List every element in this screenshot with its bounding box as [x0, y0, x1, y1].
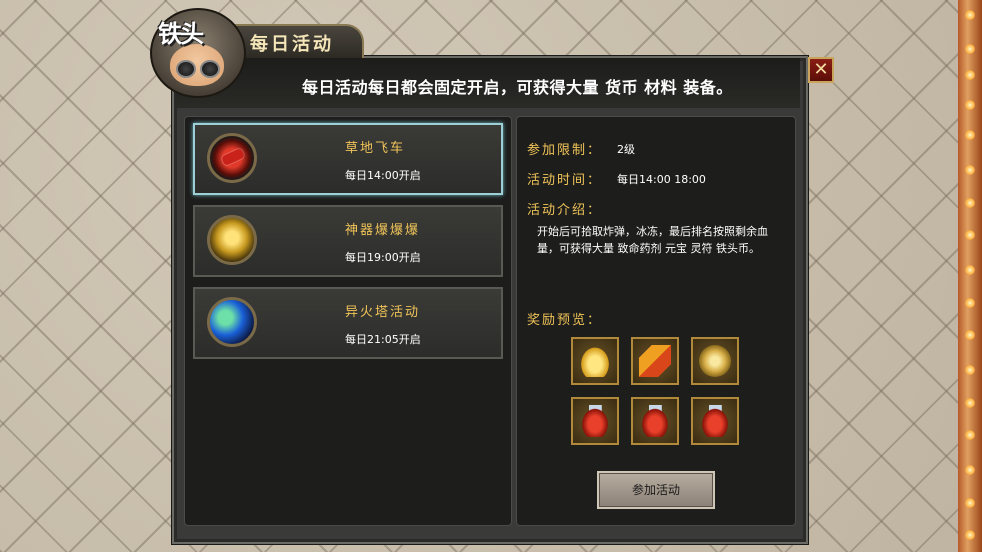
activity-item-fire-tower[interactable]: 异火塔活动 每日21:05开启	[193, 287, 503, 359]
activity-item-artifact[interactable]: 神器爆爆爆 每日19:00开启	[193, 205, 503, 277]
potion-icon	[639, 405, 671, 437]
lamp-icon	[965, 330, 975, 340]
activity-name: 神器爆爆爆	[345, 223, 421, 238]
header-description: 每日活动每日都会固定开启，可获得大量 货币 材料 装备。	[302, 78, 733, 97]
goggle-icon	[176, 60, 196, 78]
gold-ingot-icon	[579, 345, 611, 377]
header-bar: 每日活动每日都会固定开启，可获得大量 货币 材料 装备。	[176, 58, 800, 108]
rewards-label: 奖励预览：	[527, 313, 603, 328]
lamp-icon	[965, 230, 975, 240]
talisman-icon	[639, 345, 671, 377]
lamp-icon	[965, 130, 975, 140]
intro-text: 开始后可拾取炸弹，冰冻，最后排名按照剩余血量，可获得大量 致命药剂 元宝 灵符 …	[537, 225, 768, 255]
lamp-icon	[965, 10, 975, 20]
goggle-icon	[200, 60, 220, 78]
side-border-decoration	[958, 0, 982, 552]
join-activity-button[interactable]: 参加活动	[597, 471, 715, 509]
activity-time: 每日21:05开启	[345, 333, 421, 346]
time-value: 每日14:00 18:00	[617, 173, 706, 186]
activity-name: 草地飞车	[345, 141, 406, 156]
window-title: 每日活动	[250, 34, 334, 55]
reward-slot[interactable]	[571, 337, 619, 385]
golden-artifact-icon	[207, 215, 257, 265]
reward-slot[interactable]	[571, 397, 619, 445]
lamp-icon	[965, 398, 975, 408]
time-label: 活动时间：	[527, 173, 603, 188]
activity-name: 异火塔活动	[345, 305, 421, 320]
activity-list: 草地飞车 每日14:00开启 神器爆爆爆 每日19:00开启 异火塔活动 每日2…	[184, 116, 512, 526]
window-title-tab: 每日活动	[232, 24, 364, 58]
logo-text: 铁头	[158, 20, 204, 48]
mascot-face	[170, 44, 224, 86]
lamp-icon	[965, 365, 975, 375]
reward-slot[interactable]	[631, 397, 679, 445]
intro-label: 活动介绍：	[527, 203, 603, 218]
activity-time: 每日14:00开启	[345, 169, 421, 182]
limit-label: 参加限制：	[527, 143, 603, 158]
lamp-icon	[965, 265, 975, 275]
helmet-mascot-logo: 铁头	[150, 8, 246, 98]
lamp-icon	[965, 465, 975, 475]
activity-item-race[interactable]: 草地飞车 每日14:00开启	[193, 123, 503, 195]
activity-time: 每日19:00开启	[345, 251, 421, 264]
limit-value: 2级	[617, 143, 635, 156]
activity-details: 参加限制： 2级 活动时间： 每日14:00 18:00 活动介绍： 开始后可拾…	[516, 116, 796, 526]
lamp-icon	[965, 530, 975, 540]
coin-icon	[699, 345, 731, 377]
reward-slot[interactable]	[691, 397, 739, 445]
lamp-icon	[965, 70, 975, 80]
lamp-icon	[965, 298, 975, 308]
lamp-icon	[965, 100, 975, 110]
close-button[interactable]: ✕	[808, 57, 834, 83]
reward-slot[interactable]	[691, 337, 739, 385]
green-fire-orb-icon	[207, 297, 257, 347]
reward-slot[interactable]	[631, 337, 679, 385]
lamp-icon	[965, 430, 975, 440]
race-car-icon	[207, 133, 257, 183]
lamp-icon	[965, 44, 975, 54]
lamp-icon	[965, 498, 975, 508]
lamp-icon	[965, 198, 975, 208]
potion-icon	[699, 405, 731, 437]
potion-icon	[579, 405, 611, 437]
lamp-icon	[965, 165, 975, 175]
